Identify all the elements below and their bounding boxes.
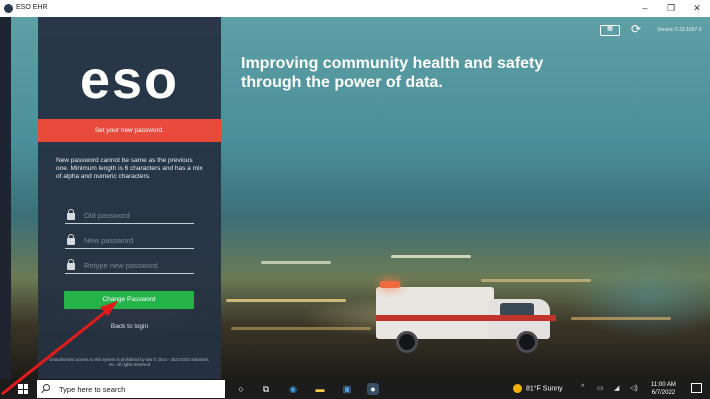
clock-date: 6/7/2022 xyxy=(651,390,676,396)
ambulance-wheel xyxy=(396,331,418,353)
notification-icon[interactable] xyxy=(691,383,702,393)
hero-headline: Improving community health and safety th… xyxy=(241,55,544,91)
weather-widget[interactable]: 81°F Sunny xyxy=(513,384,563,393)
light-streak xyxy=(231,327,371,330)
ambulance-light xyxy=(380,281,400,288)
lock-icon xyxy=(67,234,75,245)
ambulance-image xyxy=(376,275,556,353)
new-password-input[interactable] xyxy=(84,234,189,246)
login-panel: eso Set your new password. New password … xyxy=(38,17,221,379)
window-titlebar: ESO EHR – ❐ ✕ xyxy=(0,0,710,17)
minimize-button[interactable]: – xyxy=(633,2,657,15)
tray-expand-icon[interactable]: ^ xyxy=(581,384,584,391)
clock-time: 11:00 AM xyxy=(651,382,676,388)
window-title: ESO EHR xyxy=(16,4,48,11)
hero-background: Improving community health and safety th… xyxy=(11,17,710,379)
wifi-icon[interactable]: ◢ xyxy=(614,384,619,392)
sun-icon xyxy=(513,384,522,393)
eso-logo: eso xyxy=(79,50,180,110)
old-password-field xyxy=(65,206,194,224)
refresh-icon[interactable]: ⟳ xyxy=(631,23,641,36)
maximize-button[interactable]: ❐ xyxy=(659,2,683,15)
edge-browser-icon[interactable]: ◉ xyxy=(287,383,299,395)
retype-password-input[interactable] xyxy=(84,259,189,271)
lock-icon xyxy=(67,259,75,270)
ambulance-wheel xyxy=(516,331,538,353)
change-password-button[interactable]: Change Password xyxy=(64,291,194,309)
taskbar-search-box[interactable]: Type here to search xyxy=(37,380,225,398)
ambulance-stripe xyxy=(376,315,556,321)
new-password-field xyxy=(65,231,194,249)
eso-app-taskbar-icon[interactable]: ● xyxy=(367,383,379,395)
light-streak xyxy=(261,261,331,264)
search-icon xyxy=(43,384,50,391)
old-password-input[interactable] xyxy=(84,209,189,221)
app-icon xyxy=(4,4,13,13)
cortana-icon[interactable]: ○ xyxy=(235,383,247,395)
ambulance-body xyxy=(376,287,494,339)
light-streak xyxy=(226,299,346,302)
task-view-icon[interactable]: ⧉ xyxy=(260,383,272,395)
weather-text: 81°F Sunny xyxy=(526,385,563,393)
lock-icon xyxy=(67,209,75,220)
light-streak xyxy=(391,255,471,258)
keyboard-icon[interactable]: ▦ xyxy=(600,25,620,36)
legal-footnote: Unauthorized access to this system is pr… xyxy=(49,357,210,367)
battery-icon[interactable]: ▭ xyxy=(597,384,604,392)
file-explorer-icon[interactable]: ▬ xyxy=(314,383,326,395)
set-password-banner: Set your new password. xyxy=(38,119,221,142)
version-label: Version 5.33.1697.0 xyxy=(657,27,702,33)
password-instructions: New password cannot be same as the previ… xyxy=(56,157,203,180)
taskbar-search-placeholder: Type here to search xyxy=(59,385,126,394)
light-streak xyxy=(571,317,671,320)
volume-icon[interactable]: ◁) xyxy=(630,384,638,392)
store-icon[interactable]: ▣ xyxy=(341,383,353,395)
windows-taskbar: Type here to search ○ ⧉ ◉ ▬ ▣ ● 81°F Sun… xyxy=(0,379,710,399)
retype-password-field xyxy=(65,256,194,274)
back-to-login-link[interactable]: Back to login xyxy=(38,323,221,330)
close-button[interactable]: ✕ xyxy=(685,2,709,15)
taskbar-clock[interactable]: 11:00 AM 6/7/2022 xyxy=(651,381,676,397)
windows-start-icon[interactable] xyxy=(18,384,28,394)
